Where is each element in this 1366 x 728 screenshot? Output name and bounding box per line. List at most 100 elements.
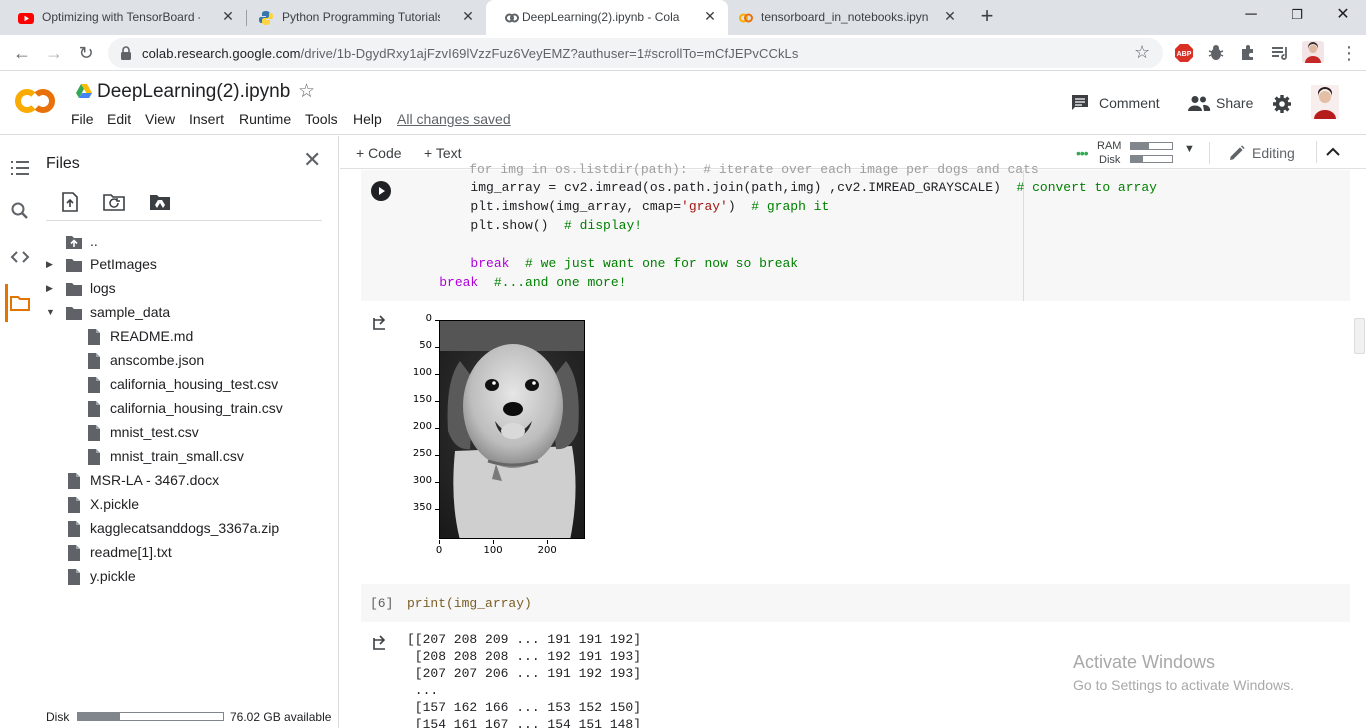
menu-file[interactable]: File [71,111,94,127]
user-avatar[interactable] [1311,85,1339,119]
minimize-button[interactable]: ─ [1228,0,1274,32]
back-button[interactable]: ← [8,39,36,67]
file-icon [88,353,100,369]
browser-tab[interactable]: Python Programming Tutorials ✕ [240,0,486,35]
caret-right-icon[interactable]: ▶ [46,277,56,299]
notebook-title[interactable]: DeepLearning(2).ipynb [97,81,290,103]
files-folder-icon[interactable] [8,291,32,315]
ram-usage-bar[interactable] [1130,142,1173,150]
add-text-button[interactable]: + Text [424,145,462,161]
close-icon[interactable]: ✕ [702,8,718,24]
browser-toolbar: ← → ↻ colab.research.google.com/drive/1b… [0,35,1366,71]
adblock-plus-icon[interactable]: ABP [1174,43,1194,63]
close-icon[interactable]: ✕ [942,8,958,24]
file-name: sample_data [90,304,171,320]
media-queue-icon[interactable] [1270,43,1290,63]
youtube-icon [18,13,34,24]
comment-button[interactable]: Comment [1099,95,1160,111]
refresh-folder-icon[interactable] [103,193,125,211]
close-icon[interactable]: ✕ [220,8,236,24]
caret-right-icon[interactable]: ▶ [46,253,56,275]
output-icon[interactable] [373,314,391,330]
extensions-puzzle-icon[interactable] [1238,43,1258,63]
code-cell[interactable]: [6] print(img_array) [361,584,1350,622]
y-tick-label: 300 [412,475,432,487]
menu-runtime[interactable]: Runtime [239,111,291,127]
settings-gear-icon[interactable] [1272,94,1292,114]
star-notebook-icon[interactable]: ☆ [298,80,315,103]
new-tab-button[interactable]: + [976,5,998,27]
share-people-icon[interactable] [1187,95,1211,111]
file-name: kagglecatsanddogs_3367a.zip [90,520,280,536]
resources-dropdown-icon[interactable]: ▼ [1184,143,1195,155]
file-icon [88,401,100,417]
file-item[interactable]: readme[1].txt [66,541,316,563]
browser-tab[interactable]: Optimizing with TensorBoard - D ✕ [0,0,246,35]
file-name: PetImages [90,256,157,272]
caret-down-icon[interactable]: ▼ [46,301,56,323]
browser-tab[interactable]: tensorboard_in_notebooks.ipynb ✕ [728,0,968,35]
chrome-menu-icon[interactable]: ⋮ [1340,43,1358,64]
close-icon[interactable]: ✕ [460,8,476,24]
menu-help[interactable]: Help [353,111,382,127]
folder-item[interactable]: ▶ PetImages [46,253,316,275]
disk-usage-bar [77,712,224,721]
colab-logo[interactable] [14,87,56,115]
file-item[interactable]: mnist_train_small.csv [86,445,336,467]
collapse-header-icon[interactable] [1326,147,1340,157]
share-button[interactable]: Share [1216,95,1253,111]
disk-usage-fill-toolbar [1131,156,1144,162]
menu-view[interactable]: View [145,111,175,127]
menu-insert[interactable]: Insert [189,111,224,127]
file-item[interactable]: README.md [86,325,336,347]
table-of-contents-icon[interactable] [8,156,32,180]
x-tick-label: 0 [435,545,443,556]
folder-item[interactable]: ▼ sample_data [46,301,316,323]
google-drive-icon[interactable] [76,84,92,98]
x-tick-mark [493,540,495,544]
file-icon [68,545,80,561]
file-icon [68,569,80,585]
reload-button[interactable]: ↻ [72,39,100,67]
upload-file-icon[interactable] [61,192,79,212]
file-item[interactable]: anscombe.json [86,349,336,371]
disk-usage-bar-toolbar[interactable] [1130,155,1173,163]
mount-drive-icon[interactable] [149,193,171,211]
file-item[interactable]: mnist_test.csv [86,421,336,443]
folder-item[interactable]: ▶ logs [46,277,316,299]
save-status[interactable]: All changes saved [397,111,511,127]
menu-edit[interactable]: Edit [107,111,131,127]
editing-mode-button[interactable]: Editing [1252,145,1295,161]
run-cell-icon[interactable] [371,181,391,201]
comment-icon[interactable] [1071,94,1089,112]
parent-directory[interactable]: .. [66,230,316,252]
add-code-button[interactable]: + Code [356,145,402,161]
profile-avatar[interactable] [1302,41,1324,63]
browser-tab-active[interactable]: DeepLearning(2).ipynb - Colabor ✕ [486,0,728,35]
file-item[interactable]: california_housing_test.csv [86,373,336,395]
bookmark-star-icon[interactable]: ☆ [1134,42,1150,63]
file-item[interactable]: kagglecatsanddogs_3367a.zip [66,517,316,539]
output-icon[interactable] [373,634,391,650]
file-item[interactable]: california_housing_train.csv [86,397,336,419]
menu-tools[interactable]: Tools [305,111,338,127]
bug-extension-icon[interactable] [1206,43,1226,63]
search-icon[interactable] [8,199,32,223]
forward-button[interactable]: → [40,39,68,67]
restore-button[interactable]: ❐ [1274,0,1320,32]
code-line: img_array = cv2.imread(os.path.join(path… [408,180,1157,195]
code-cell[interactable]: for img in os.listdir(path): # iterate o… [361,162,1350,301]
colab-icon [739,13,753,23]
code-snippets-icon[interactable] [8,245,32,269]
file-item[interactable]: X.pickle [66,493,316,515]
notebook-scrollbar-thumb[interactable] [1354,318,1365,354]
file-icon [88,425,100,441]
close-window-button[interactable]: ✕ [1320,0,1366,32]
address-bar[interactable]: colab.research.google.com/drive/1b-DgydR… [108,38,1163,68]
close-panel-icon[interactable]: ✕ [303,148,321,172]
file-item[interactable]: MSR-LA - 3467.docx [66,469,316,491]
left-rail [0,136,38,728]
file-item[interactable]: y.pickle [66,565,316,587]
y-tick-label: 50 [419,340,432,352]
x-tick-mark [547,540,549,544]
